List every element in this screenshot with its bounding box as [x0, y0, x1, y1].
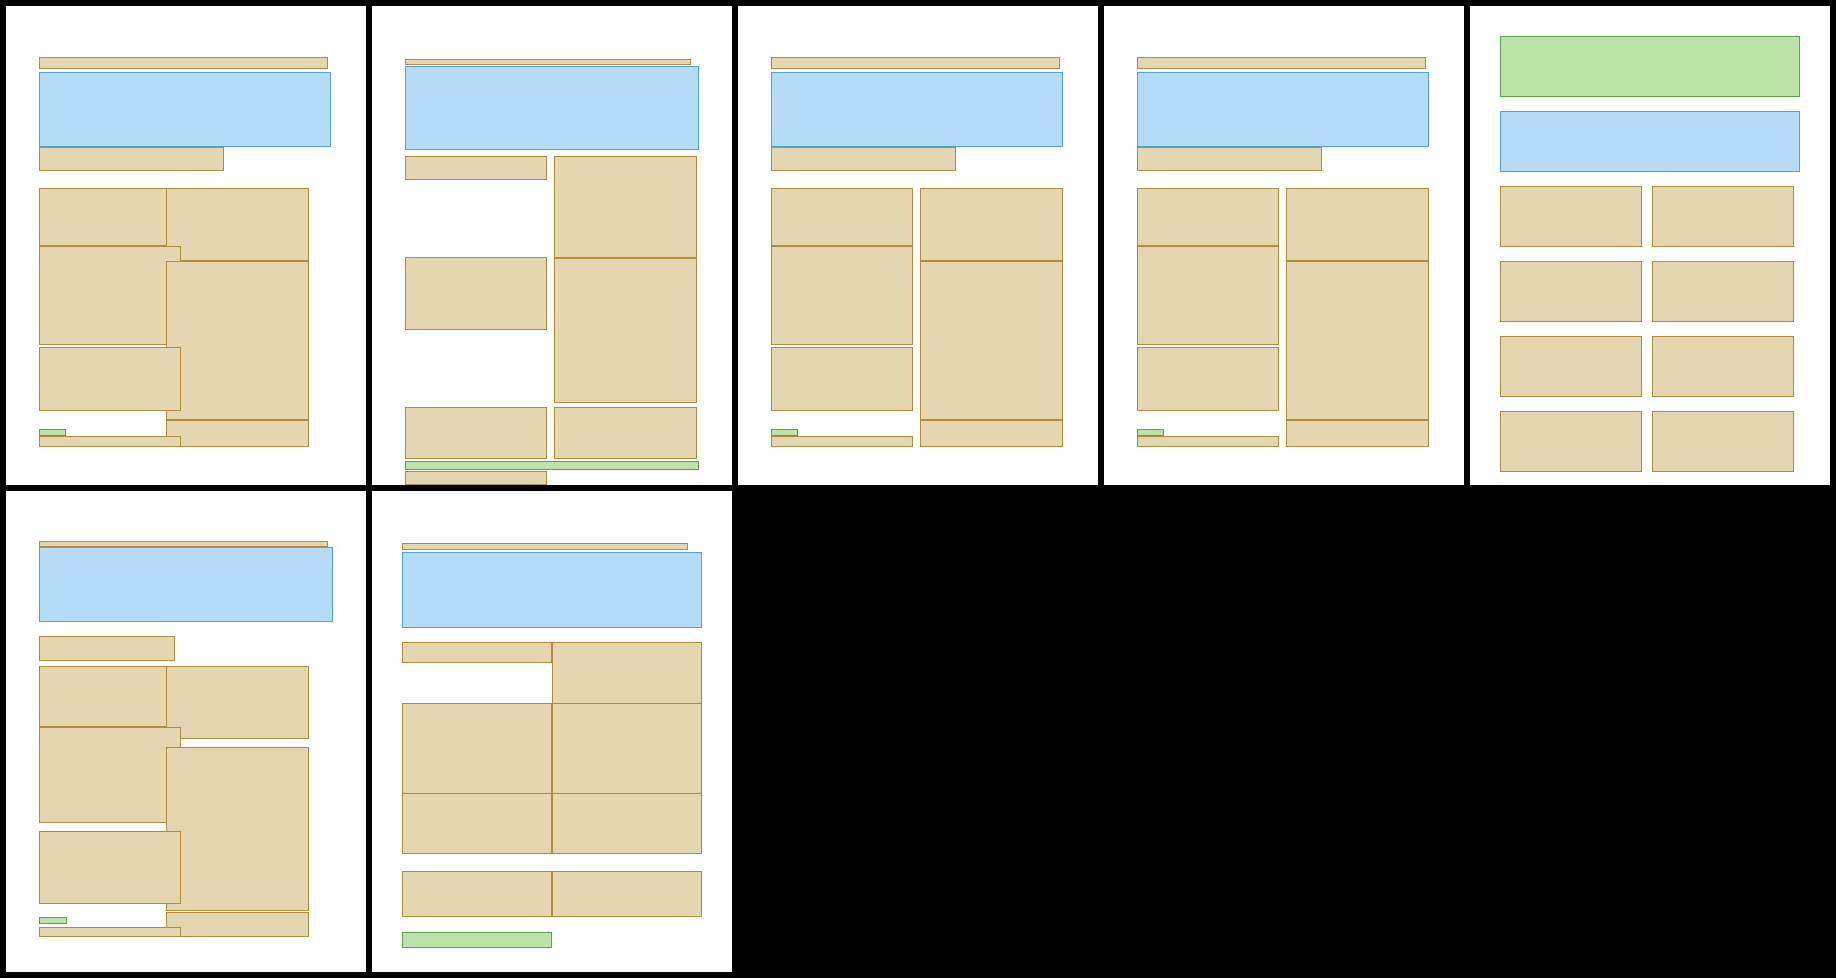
text-block	[166, 420, 309, 447]
text-block	[1137, 57, 1426, 69]
text-block	[405, 257, 547, 330]
text-block	[771, 436, 913, 447]
text-block	[771, 246, 913, 345]
text-block	[552, 793, 702, 854]
figure-block	[1500, 111, 1800, 172]
text-block	[39, 57, 328, 69]
text-block	[1500, 336, 1642, 397]
text-block	[1500, 411, 1642, 472]
text-block	[554, 407, 697, 459]
header-block	[39, 429, 66, 436]
text-block	[166, 912, 309, 937]
text-block	[1137, 246, 1279, 345]
text-block	[771, 188, 913, 246]
text-block	[405, 59, 691, 65]
text-block	[920, 261, 1063, 420]
text-block	[402, 793, 552, 854]
figure-block	[39, 72, 331, 147]
text-block	[552, 703, 702, 794]
text-block	[1137, 188, 1279, 246]
text-block	[405, 407, 547, 459]
figure-block	[1137, 72, 1429, 147]
text-block	[920, 188, 1063, 261]
text-block	[771, 347, 913, 411]
text-block	[1137, 436, 1279, 447]
page-layout-diagram	[0, 0, 1836, 978]
figure-block	[39, 547, 333, 622]
page-4	[1104, 6, 1464, 485]
text-block	[1652, 336, 1794, 397]
header-block	[402, 932, 552, 948]
text-block	[39, 436, 181, 447]
page-2	[372, 6, 732, 485]
page-1	[6, 6, 366, 485]
text-block	[1500, 186, 1642, 247]
page-5	[1470, 6, 1830, 485]
header-block	[1137, 429, 1164, 436]
text-block	[405, 156, 547, 180]
page-3	[738, 6, 1098, 485]
text-block	[39, 831, 181, 904]
text-block	[402, 642, 552, 663]
text-block	[39, 666, 181, 727]
header-block	[1500, 36, 1800, 97]
header-block	[771, 429, 798, 436]
text-block	[166, 261, 309, 420]
text-block	[39, 727, 181, 823]
figure-block	[402, 552, 702, 628]
text-block	[39, 636, 175, 661]
text-block	[402, 703, 552, 794]
text-block	[402, 871, 552, 917]
text-block	[39, 147, 224, 171]
text-block	[1652, 261, 1794, 322]
text-block	[1652, 411, 1794, 472]
text-block	[166, 747, 309, 911]
figure-block	[771, 72, 1063, 147]
text-block	[552, 871, 702, 917]
header-block	[405, 461, 699, 470]
page-6	[6, 491, 366, 972]
text-block	[1286, 188, 1429, 261]
text-block	[554, 258, 697, 403]
text-block	[1652, 186, 1794, 247]
text-block	[39, 927, 181, 937]
text-block	[166, 188, 309, 261]
header-block	[39, 917, 67, 924]
text-block	[1500, 261, 1642, 322]
text-block	[166, 666, 309, 739]
text-block	[1137, 147, 1322, 171]
text-block	[920, 420, 1063, 447]
text-block	[771, 57, 1060, 69]
text-block	[1286, 261, 1429, 420]
text-block	[1286, 420, 1429, 447]
text-block	[552, 642, 702, 704]
text-block	[771, 147, 956, 171]
figure-block	[405, 66, 699, 150]
text-block	[39, 188, 181, 246]
text-block	[1137, 347, 1279, 411]
text-block	[39, 347, 181, 411]
text-block	[39, 246, 181, 345]
text-block	[402, 543, 688, 550]
text-block	[554, 156, 697, 258]
page-7	[372, 491, 732, 972]
text-block	[405, 471, 547, 485]
